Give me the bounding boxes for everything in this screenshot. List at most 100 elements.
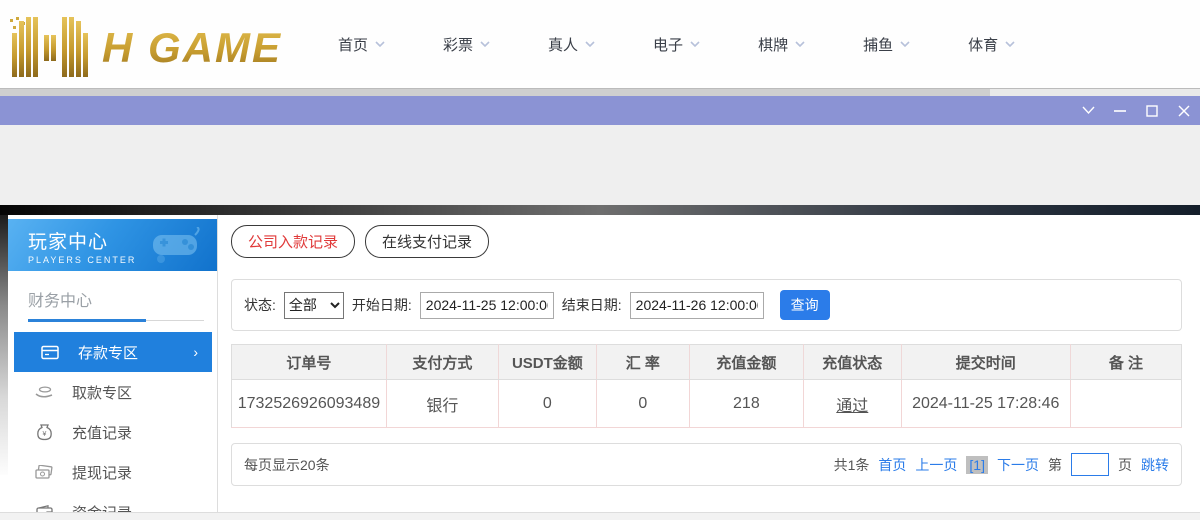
- pagination-panel: 每页显示20条 共1条 首页 上一页 [1] 下一页 第 页 跳转: [231, 443, 1182, 486]
- minimize-icon[interactable]: [1104, 96, 1136, 125]
- chevron-down-icon: [375, 39, 385, 49]
- col-usdt-amount: USDT金额: [498, 345, 596, 380]
- tab-online-payment-records[interactable]: 在线支付记录: [365, 225, 489, 258]
- chevron-down-icon: [480, 39, 490, 49]
- chevron-down-icon: [900, 39, 910, 49]
- logo[interactable]: H GAME: [10, 9, 290, 79]
- cell-recharge-status[interactable]: 通过: [803, 380, 901, 428]
- jump-suffix-label: 页: [1118, 455, 1132, 475]
- start-date-label: 开始日期:: [352, 295, 412, 315]
- cell-payment-method: 银行: [386, 380, 498, 428]
- cell-order-id: 1732526926093489: [232, 380, 387, 428]
- search-button[interactable]: 查询: [780, 290, 830, 320]
- col-exchange-rate: 汇 率: [596, 345, 689, 380]
- svg-text:¥: ¥: [42, 431, 46, 438]
- content-area: 玩家中心 PLAYERS CENTER 财务中心 存款专区: [0, 215, 1200, 512]
- close-icon[interactable]: [1168, 96, 1200, 125]
- records-table: 订单号 支付方式 USDT金额 汇 率 充值金额 充值状态 提交时间 备 注 1…: [231, 344, 1182, 428]
- menu-label: 提现记录: [72, 462, 132, 483]
- nav-item-board-games[interactable]: 棋牌: [758, 34, 805, 55]
- filter-panel: 状态: 全部 开始日期: 结束日期: 查询: [231, 279, 1182, 331]
- table-header-row: 订单号 支付方式 USDT金额 汇 率 充值金额 充值状态 提交时间 备 注: [232, 345, 1182, 380]
- chevron-right-icon: ›: [193, 344, 198, 360]
- record-tabs: 公司入款记录 在线支付记录: [231, 225, 1182, 258]
- page: H GAME 首页 彩票 真人 电子 棋牌: [0, 0, 1200, 520]
- status-label: 状态:: [244, 295, 276, 315]
- first-page-link[interactable]: 首页: [878, 455, 906, 475]
- empty-gray-region: [0, 125, 1200, 205]
- chevron-down-icon: [585, 39, 595, 49]
- collapse-chevron-icon[interactable]: [1072, 96, 1104, 125]
- end-date-input[interactable]: [630, 292, 764, 319]
- col-recharge-status: 充值状态: [803, 345, 901, 380]
- pager: 共1条 首页 上一页 [1] 下一页 第 页 跳转: [834, 453, 1169, 476]
- nav-item-fishing[interactable]: 捕鱼: [863, 34, 910, 55]
- sidebar-header: 玩家中心 PLAYERS CENTER: [8, 219, 217, 271]
- next-page-link[interactable]: 下一页: [997, 455, 1039, 475]
- prev-page-link[interactable]: 上一页: [915, 455, 957, 475]
- sidebar-item-withdrawal-records[interactable]: 提现记录: [8, 452, 217, 492]
- sidebar-menu: 存款专区 › 取款专区 ¥ 充值记录: [8, 332, 217, 532]
- jump-prefix-label: 第: [1048, 455, 1062, 475]
- cell-exchange-rate: 0: [596, 380, 689, 428]
- page-jump-input[interactable]: [1071, 453, 1109, 476]
- nav-item-sports[interactable]: 体育: [968, 34, 1015, 55]
- chevron-down-icon: [795, 39, 805, 49]
- current-page-indicator: [1]: [966, 456, 988, 474]
- nav-label: 彩票: [443, 34, 473, 55]
- col-remark: 备 注: [1070, 345, 1181, 380]
- sidebar-item-recharge-records[interactable]: ¥ 充值记录: [8, 412, 217, 452]
- end-date-label: 结束日期:: [562, 295, 622, 315]
- status-select[interactable]: 全部: [284, 292, 344, 319]
- gamepad-icon: [147, 227, 203, 263]
- deposit-card-icon: [40, 345, 60, 360]
- jump-link[interactable]: 跳转: [1141, 455, 1169, 475]
- tab-company-deposit-records[interactable]: 公司入款记录: [231, 225, 355, 258]
- nav-label: 捕鱼: [863, 34, 893, 55]
- site-header: H GAME 首页 彩票 真人 电子 棋牌: [0, 0, 1200, 88]
- col-submit-time: 提交时间: [901, 345, 1070, 380]
- withdraw-hand-icon: [34, 385, 54, 399]
- sidebar: 玩家中心 PLAYERS CENTER 财务中心 存款专区: [8, 215, 218, 512]
- nav-item-live[interactable]: 真人: [548, 34, 595, 55]
- sidebar-item-deposit-zone[interactable]: 存款专区 ›: [14, 332, 212, 372]
- nav-item-lottery[interactable]: 彩票: [443, 34, 490, 55]
- nav-label: 体育: [968, 34, 998, 55]
- cell-submit-time: 2024-11-25 17:28:46: [901, 380, 1070, 428]
- cell-usdt-amount: 0: [498, 380, 596, 428]
- main-panel: 公司入款记录 在线支付记录 状态: 全部 开始日期: 结束日期: 查询: [219, 215, 1200, 512]
- money-bag-icon: ¥: [34, 424, 54, 441]
- main-nav: 首页 彩票 真人 电子 棋牌 捕鱼: [338, 34, 1015, 55]
- col-recharge-amount: 充值金额: [689, 345, 803, 380]
- nav-label: 真人: [548, 34, 578, 55]
- table-row: 1732526926093489 银行 0 0 218 通过 2024-11-2…: [232, 380, 1182, 428]
- sidebar-item-withdraw-zone[interactable]: 取款专区: [8, 372, 217, 412]
- maximize-icon[interactable]: [1136, 96, 1168, 125]
- start-date-input[interactable]: [420, 292, 554, 319]
- nav-label: 首页: [338, 34, 368, 55]
- total-count: 共1条: [834, 455, 870, 475]
- horizontal-scrollbar[interactable]: [0, 88, 1200, 96]
- nav-item-home[interactable]: 首页: [338, 34, 385, 55]
- dark-divider-strip: [0, 205, 1200, 215]
- sidebar-section-title: 财务中心: [28, 287, 217, 311]
- cell-remark: [1070, 380, 1181, 428]
- logo-text: H GAME: [102, 17, 282, 79]
- banknote-icon: [34, 465, 54, 479]
- col-order-id: 订单号: [232, 345, 387, 380]
- menu-label: 存款专区: [78, 342, 138, 363]
- menu-label: 取款专区: [72, 382, 132, 403]
- cell-recharge-amount: 218: [689, 380, 803, 428]
- nav-item-slots[interactable]: 电子: [653, 34, 700, 55]
- window-titlebar: [0, 96, 1200, 125]
- nav-label: 棋牌: [758, 34, 788, 55]
- logo-h-glyph: [10, 17, 102, 79]
- chevron-down-icon: [1005, 39, 1015, 49]
- menu-label: 充值记录: [72, 422, 132, 443]
- section-underline: [28, 319, 204, 322]
- bottom-strip: [0, 512, 1200, 520]
- col-payment-method: 支付方式: [386, 345, 498, 380]
- per-page-text: 每页显示20条: [244, 455, 330, 475]
- chevron-down-icon: [690, 39, 700, 49]
- left-edge-shadow: [0, 215, 8, 475]
